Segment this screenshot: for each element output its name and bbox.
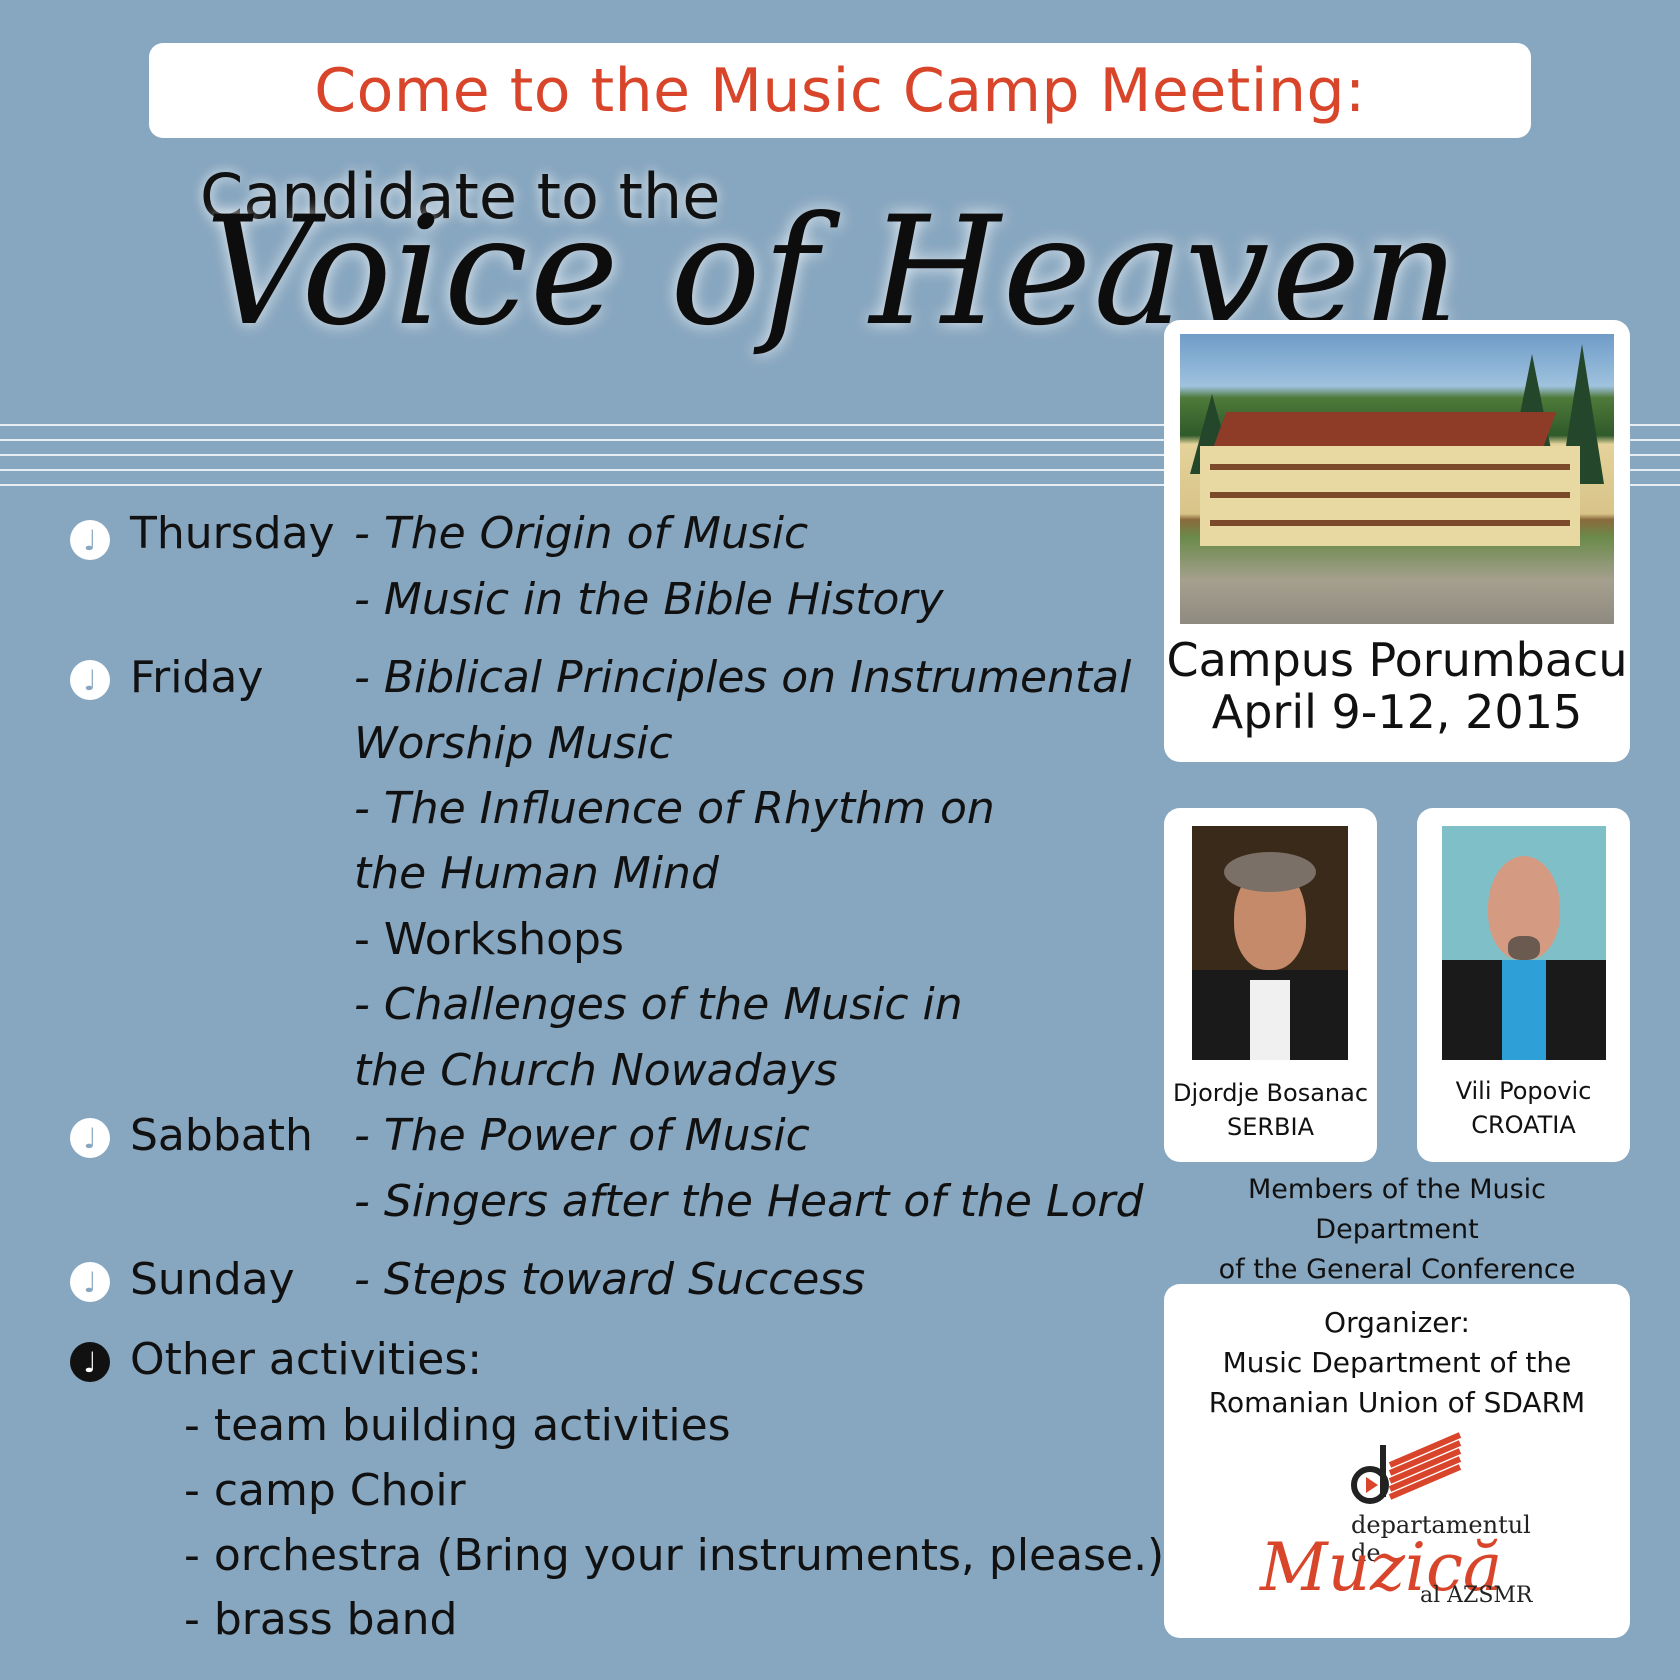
day-label: Sunday (130, 1254, 295, 1305)
music-department-logo: departamentul de Muzică al AZSMR (1260, 1425, 1560, 1615)
talk-item: - The Influence of Rhythm on (354, 783, 995, 834)
venue-name: Campus Porumbacu (1166, 633, 1628, 687)
activity-item: - camp Choir (184, 1465, 466, 1516)
talk-item: Worship Music (354, 718, 673, 769)
activity-item: - orchestra (Bring your instruments, ple… (184, 1530, 1165, 1581)
music-note-icon: ♩ (70, 1262, 110, 1302)
talk-item: - Steps toward Success (354, 1254, 866, 1305)
speaker-photo (1192, 826, 1348, 1060)
campus-photo (1180, 334, 1614, 624)
venue-dates: April 9-12, 2015 (1211, 685, 1583, 739)
banner: Come to the Music Camp Meeting: (149, 43, 1531, 138)
venue-info: Campus Porumbacu April 9-12, 2015 (1164, 634, 1630, 738)
activity-item: - brass band (184, 1594, 458, 1645)
talk-item: - Biblical Principles on Instrumental (354, 652, 1132, 703)
logo-text-al: al AZSMR (1420, 1583, 1533, 1608)
other-activities-title: Other activities: (130, 1334, 483, 1385)
talk-item: - Music in the Bible History (354, 574, 944, 625)
talk-item: - Workshops (354, 914, 624, 965)
talk-item: - The Origin of Music (354, 508, 809, 559)
music-note-icon: ♩ (70, 1342, 110, 1382)
speaker-name: Djordje Bosanac SERBIA (1172, 1079, 1369, 1141)
talk-item: - The Power of Music (354, 1110, 810, 1161)
talk-item: the Human Mind (354, 848, 719, 899)
talk-item: - Challenges of the Music in (354, 979, 963, 1030)
music-note-icon: ♩ (70, 660, 110, 700)
speaker-photo (1442, 826, 1606, 1060)
organizer-info: Organizer: Music Department of the Roman… (1208, 1306, 1586, 1419)
music-note-icon: ♩ (70, 520, 110, 560)
day-label: Thursday (130, 508, 335, 559)
speaker-name: Vili Popovic CROATIA (1455, 1077, 1592, 1139)
music-note-icon: ♩ (70, 1118, 110, 1158)
banner-text: Come to the Music Camp Meeting: (314, 55, 1366, 126)
logo-mark-icon (1351, 1432, 1462, 1504)
day-label: Sabbath (130, 1110, 313, 1161)
day-label: Friday (130, 652, 264, 703)
talk-item: the Church Nowadays (354, 1045, 838, 1096)
members-note: Members of the Music Department of the G… (1218, 1174, 1576, 1285)
talk-item: - Singers after the Heart of the Lord (354, 1176, 1144, 1227)
activity-item: - team building activities (184, 1400, 731, 1451)
